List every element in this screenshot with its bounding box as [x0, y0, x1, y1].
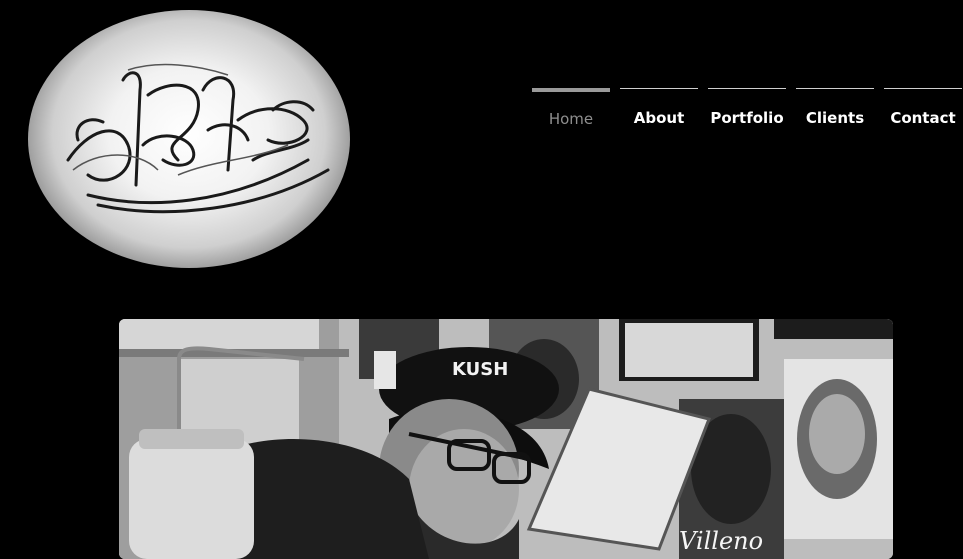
nav-about[interactable]: About: [620, 88, 698, 146]
nav-clients[interactable]: Clients: [796, 88, 874, 146]
site-logo[interactable]: [28, 10, 350, 268]
main-navigation: Home About Portfolio Clients Contact: [532, 88, 962, 146]
hero-photo: KUSH Villeno: [119, 319, 893, 559]
tattoo-artist-photo: KUSH Villeno: [119, 319, 893, 559]
nav-contact[interactable]: Contact: [884, 88, 962, 146]
poster-script-text: Villeno: [679, 527, 763, 555]
cap-logo-text: KUSH: [452, 359, 508, 380]
nav-home[interactable]: Home: [532, 88, 610, 146]
nav-portfolio[interactable]: Portfolio: [708, 88, 786, 146]
logo-script-lettering: [66, 63, 330, 214]
